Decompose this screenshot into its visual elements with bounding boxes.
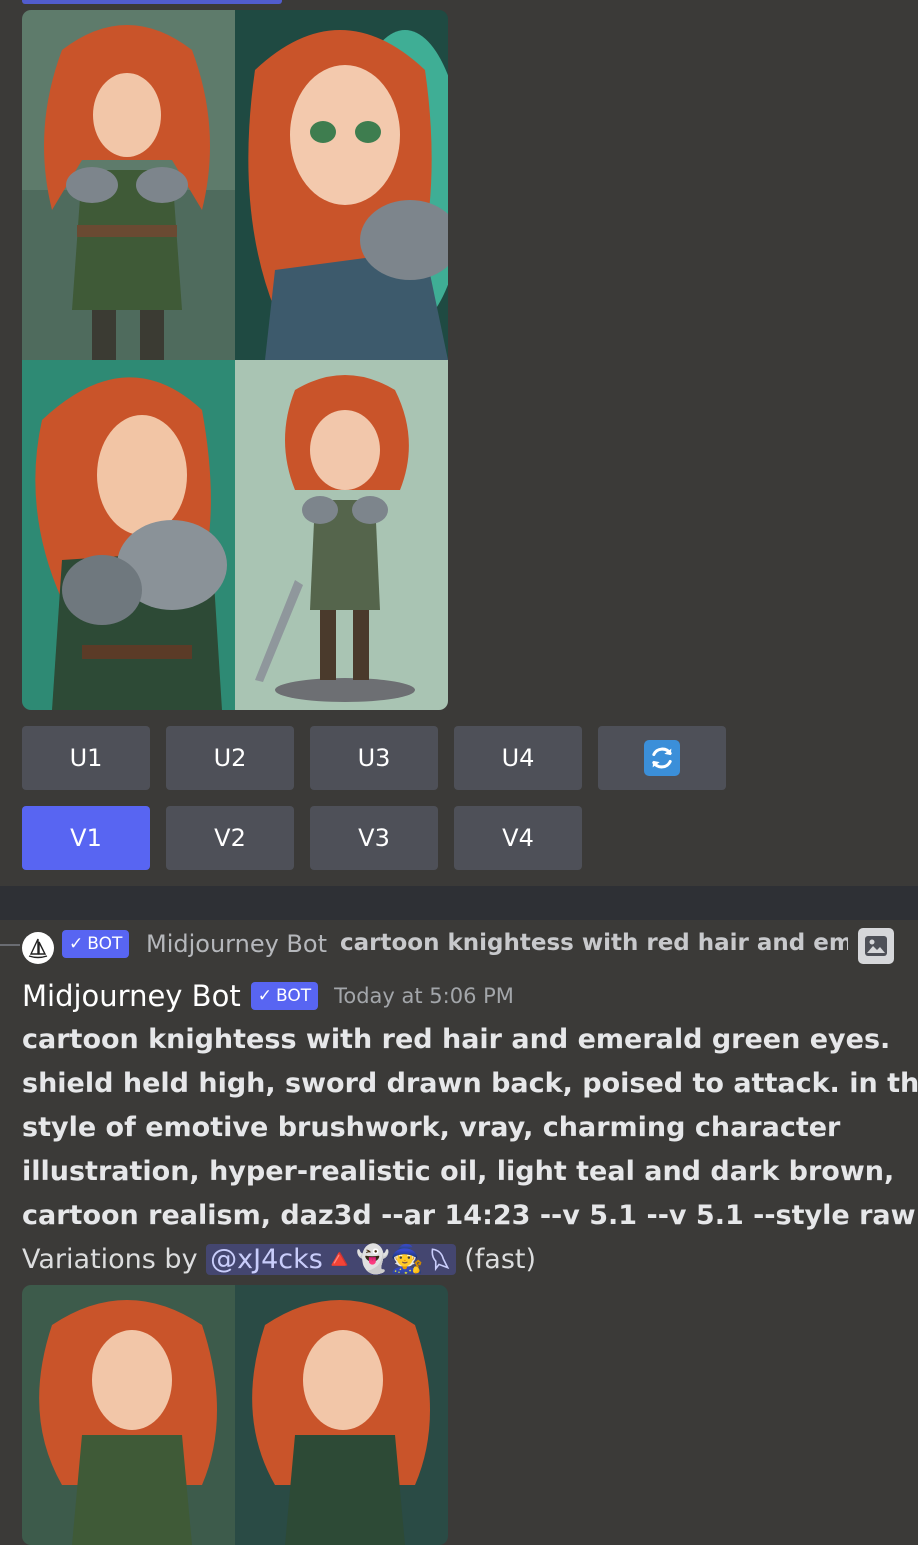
prompt-line-last: cartoon realism, daz3d --ar 14:23 --v 5.… (22, 1194, 916, 1238)
author-name[interactable]: Midjourney Bot (22, 979, 241, 1013)
bird-icon (431, 1248, 449, 1272)
refresh-icon (644, 740, 680, 776)
image-tile-3[interactable] (22, 360, 235, 710)
user-mention[interactable]: @xJ4cks🔺👻🧙 (206, 1244, 456, 1275)
variations-prefix: Variations by (22, 1244, 207, 1275)
variations-suffix: (fast) (455, 1244, 537, 1275)
bot-badge: ✓ BOT (250, 982, 319, 1010)
reply-author[interactable]: Midjourney Bot (146, 930, 327, 958)
prompt-line: cartoon realism, daz3d --ar 14:23 --v 5.… (22, 1200, 916, 1231)
upscale-button-row: U1 U2 U3 U4 (22, 726, 726, 790)
timestamp: Today at 5:06 PM (334, 984, 514, 1008)
image-grid-variations[interactable] (22, 1285, 448, 1545)
checkmark-icon: ✓ (257, 986, 272, 1006)
upscale-button-u3[interactable]: U3 (310, 726, 438, 790)
message-divider (0, 886, 918, 920)
bot-badge: ✓ BOT (62, 930, 130, 958)
reroll-button[interactable] (598, 726, 726, 790)
message-content: cartoon knightess with red hair and emer… (22, 1018, 918, 1282)
prompt-line: illustration, hyper-realistic oil, light… (22, 1156, 895, 1187)
image-icon[interactable] (858, 928, 894, 964)
variation-button-v2[interactable]: V2 (166, 806, 294, 870)
reply-preview-text[interactable]: cartoon knightess with red hair and emer… (340, 930, 848, 956)
checkmark-icon: ✓ (69, 934, 84, 954)
variations-line: Variations by @xJ4cks🔺👻🧙 (fast) (22, 1238, 902, 1282)
prompt-line: cartoon knightess with red hair and emer… (22, 1024, 891, 1055)
upscale-button-u4[interactable]: U4 (454, 726, 582, 790)
message-header: Midjourney Bot ✓ BOT Today at 5:06 PM (22, 976, 514, 1016)
upscale-button-u2[interactable]: U2 (166, 726, 294, 790)
sailboat-icon (28, 938, 48, 959)
reply-reference[interactable]: ✓ BOT Midjourney Bot cartoon knightess w… (0, 920, 918, 970)
image-tile-1[interactable] (22, 1285, 235, 1545)
prompt-line: style of emotive brushwork, vray, charmi… (22, 1112, 841, 1143)
variation-button-row: V1 V2 V3 V4 (22, 806, 582, 870)
bot-avatar-small[interactable] (22, 932, 54, 964)
variation-button-v4[interactable]: V4 (454, 806, 582, 870)
image-grid[interactable] (22, 10, 448, 710)
image-tile-4[interactable] (235, 360, 448, 710)
previous-message-edge (22, 0, 282, 4)
image-tile-1[interactable] (22, 10, 235, 360)
variation-button-v1[interactable]: V1 (22, 806, 150, 870)
image-tile-2[interactable] (235, 1285, 448, 1545)
upscale-button-u1[interactable]: U1 (22, 726, 150, 790)
image-tile-2[interactable] (235, 10, 448, 360)
prompt-line: shield held high, sword drawn back, pois… (22, 1068, 918, 1099)
variation-button-v3[interactable]: V3 (310, 806, 438, 870)
reply-spine (0, 944, 20, 946)
